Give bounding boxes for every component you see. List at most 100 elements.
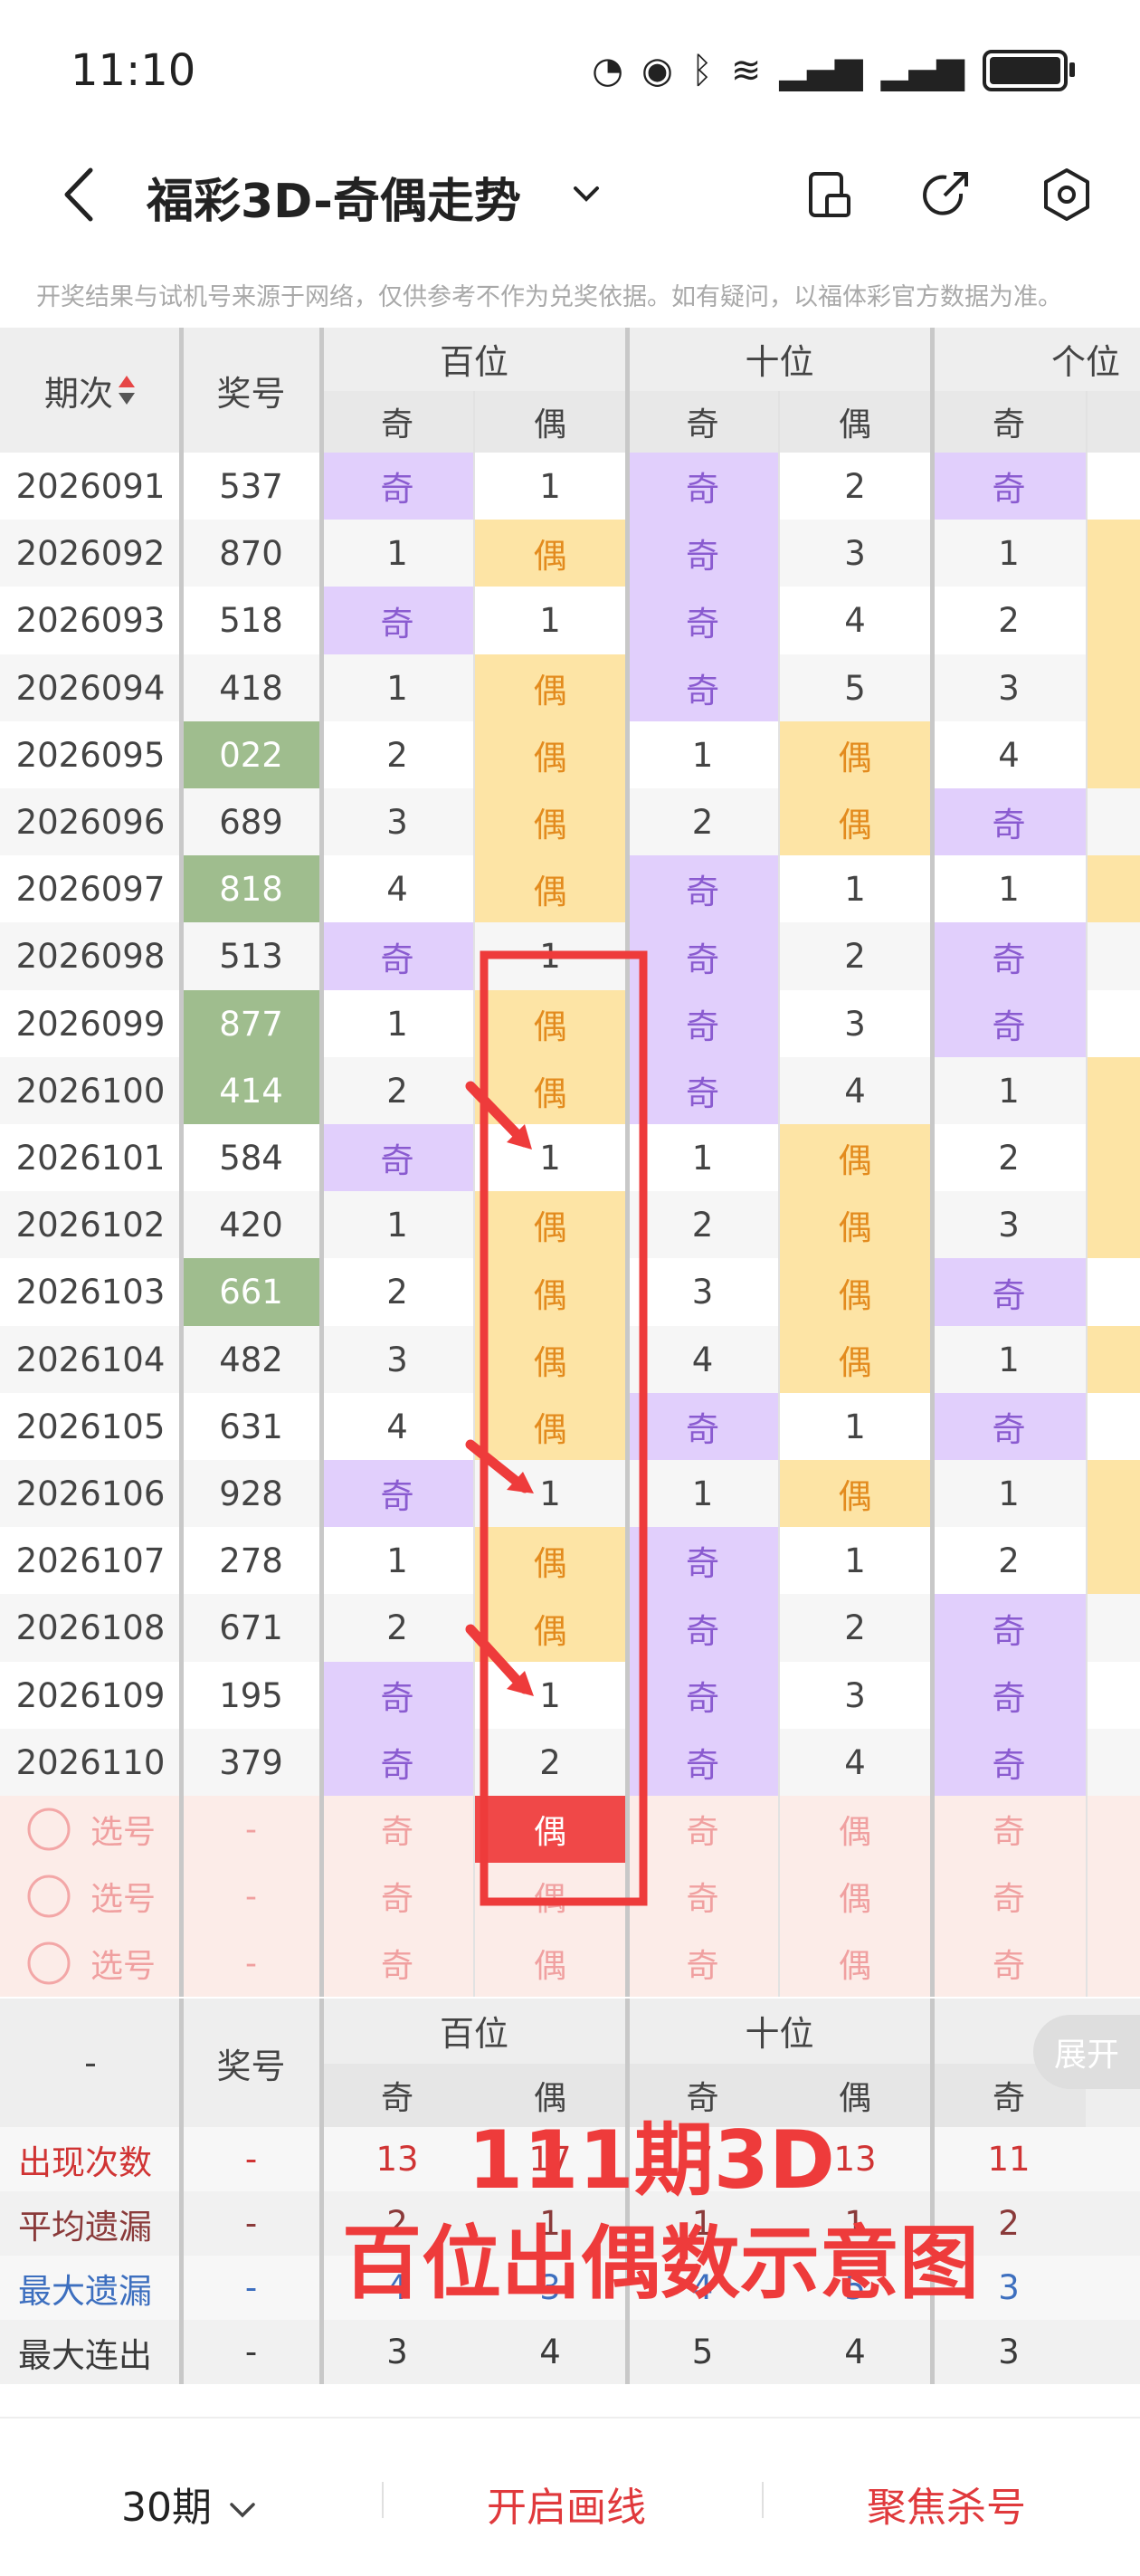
mark-cell: 奇 [321,453,473,520]
title-bar: 福彩3D-奇偶走势 [0,136,1140,253]
omission-cell: 1 [691,1138,714,1178]
period-cell: 2026109 [15,1675,166,1715]
pick-option[interactable]: 偶 [473,1863,627,1930]
header-tens: 十位 [745,341,814,382]
column-divider [179,328,184,1997]
chevron-down-icon[interactable] [566,174,606,214]
pick-row-label[interactable]: 选号 [0,1863,181,1930]
pick-option[interactable]: 偶 [778,1863,932,1930]
omission-cell: 3 [844,1675,866,1715]
omission-cell: 1 [539,601,561,640]
omission-cell: 1 [998,1071,1020,1111]
pick-option[interactable]: 奇 [627,1930,778,1997]
pick-row-label[interactable]: 选号 [0,1930,181,1997]
back-arrow-icon[interactable] [54,163,109,226]
circle-radio-icon[interactable] [25,1873,72,1920]
mark-cell: 奇 [627,922,778,990]
mark-cell: 偶 [778,1124,932,1191]
omission-cell: 1 [691,735,714,775]
omission-cell: 1 [539,1474,561,1513]
pick-option[interactable]: 奇 [932,1930,1086,1997]
mark-cell: 偶 [473,654,627,721]
pick-dash: - [245,1810,257,1848]
pick-option[interactable]: 奇 [321,1796,473,1863]
mark-cell: 奇 [627,587,778,654]
overlay-line-2: 百位出偶数示意图 [341,2217,979,2310]
circle-radio-icon[interactable] [25,1940,72,1987]
omission-cell: 1 [539,1675,561,1715]
pick-option-selected[interactable]: 偶 [473,1796,627,1863]
mark-cell: 奇 [627,1393,778,1460]
period-cell: 2026099 [15,1004,166,1044]
pick-option[interactable]: 偶 [778,1796,932,1863]
mark-cell-partial [1086,1124,1140,1191]
column-divider [930,328,935,1997]
expand-button[interactable]: 展开 [1033,2015,1140,2089]
draw-line-button[interactable]: 开启画线 [487,2475,646,2533]
phone-rotate-icon[interactable] [796,163,860,226]
header-number: 奖号 [216,373,286,414]
mark-cell: 奇 [321,1729,473,1796]
mark-cell: 偶 [778,721,932,788]
pick-option[interactable]: 偶 [778,1930,932,1997]
omission-cell: 1 [844,869,866,909]
pick-option[interactable]: 奇 [932,1796,1086,1863]
column-divider [179,1999,184,2384]
mark-cell: 偶 [473,520,627,587]
overlay-line-1: 111期3D [468,2113,835,2207]
number-cell: 661 [181,1258,321,1326]
header-units-odd: 奇 [932,391,1086,453]
mark-cell: 奇 [932,453,1086,520]
pick-dash: - [245,1877,257,1915]
omission-cell: 2 [386,1608,408,1647]
bottom-bar: 30期 开启画线 聚焦杀号 [0,2417,1140,2576]
pick-option[interactable]: 奇 [627,1796,778,1863]
header-period-label: 期次 [43,373,113,414]
pick-option[interactable]: 奇 [627,1863,778,1930]
status-icons: ◔ ◉ ᛒ ≋ ▂▄▆ ▂▄▆ [592,43,1075,98]
pick-option[interactable]: 奇 [321,1863,473,1930]
stats-label: 最大遗漏 [18,2271,152,2311]
period-cell: 2026107 [15,1541,166,1580]
period-cell: 2026104 [15,1340,166,1379]
omission-cell: 2 [998,601,1020,640]
omission-cell: 4 [386,1407,408,1446]
omission-cell: 3 [844,533,866,573]
stats-header-dash: - [84,2043,97,2083]
pick-row-label[interactable]: 选号 [0,1796,181,1863]
mark-cell: 偶 [778,1460,932,1527]
pick-option[interactable]: 奇 [932,1863,1086,1930]
mark-cell-partial [1086,855,1140,922]
mark-cell-partial [1086,1057,1140,1124]
header-period[interactable]: 期次 [0,328,181,453]
pick-option[interactable]: 偶 [473,1930,627,1997]
mark-cell: 偶 [473,1594,627,1662]
period-cell: 2026100 [15,1071,166,1111]
circle-radio-icon[interactable] [25,1806,72,1853]
omission-cell: 2 [998,1541,1020,1580]
period-selector-label: 30期 [121,2485,212,2531]
stats-value: 4 [539,2333,561,2371]
period-cell: 2026095 [15,735,166,775]
period-cell: 2026105 [15,1407,166,1446]
period-selector[interactable]: 30期 [121,2475,261,2533]
omission-cell: 5 [844,668,866,708]
settings-icon[interactable] [1035,163,1098,226]
header-hundreds: 百位 [439,341,508,382]
period-cell: 2026092 [15,533,166,573]
mark-cell: 奇 [321,1460,473,1527]
number-cell: 928 [219,1474,283,1513]
number-cell: 689 [219,802,283,842]
mark-cell: 偶 [473,1527,627,1594]
mark-cell: 奇 [321,587,473,654]
page-title[interactable]: 福彩3D-奇偶走势 [147,163,521,231]
alarm-icon: ◔ [592,50,623,91]
header-hundreds-odd: 奇 [321,391,473,453]
focus-kill-button[interactable]: 聚焦杀号 [867,2475,1026,2533]
mark-cell: 偶 [473,1393,627,1460]
omission-cell: 4 [998,735,1020,775]
pick-option[interactable]: 奇 [321,1930,473,1997]
eye-icon: ◉ [641,50,673,91]
signal-icon-2: ▂▄▆ [880,50,964,91]
share-icon[interactable] [914,163,977,226]
